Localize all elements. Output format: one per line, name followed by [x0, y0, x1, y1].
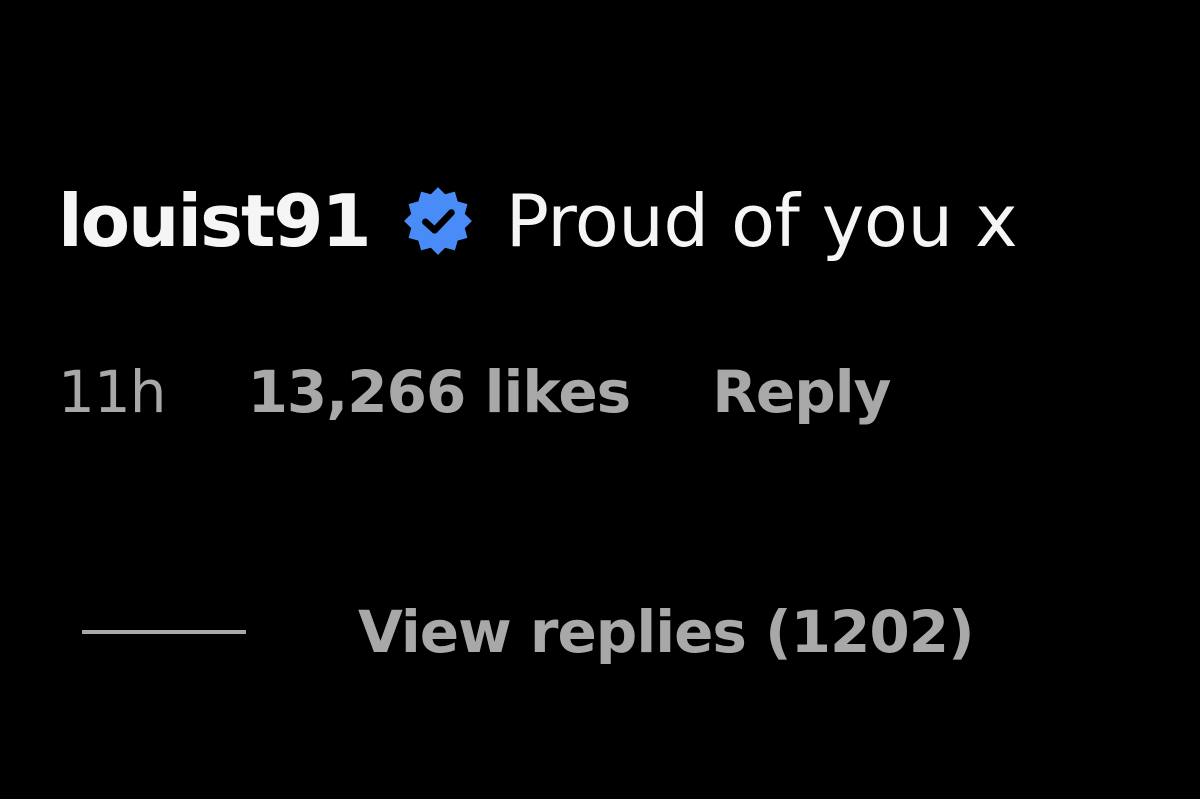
likes-count-button[interactable]: 13,266 likes	[248, 358, 632, 426]
reply-button[interactable]: Reply	[712, 358, 891, 426]
view-replies-button[interactable]: View replies (1202)	[82, 592, 975, 672]
replies-divider-line	[82, 630, 246, 634]
comment-meta: 11h 13,266 likes Reply	[58, 352, 891, 432]
username-link[interactable]: louist91	[58, 185, 372, 257]
comment-header: louist91 Proud of you x	[58, 166, 1018, 276]
comment-text: Proud of you x	[505, 179, 1018, 263]
timestamp-link[interactable]: 11h	[58, 358, 167, 426]
verified-badge-icon	[396, 179, 480, 263]
comment: louist91 Proud of you x 11h 13,266 likes…	[58, 0, 1178, 799]
view-replies-label: View replies (1202)	[358, 598, 975, 666]
